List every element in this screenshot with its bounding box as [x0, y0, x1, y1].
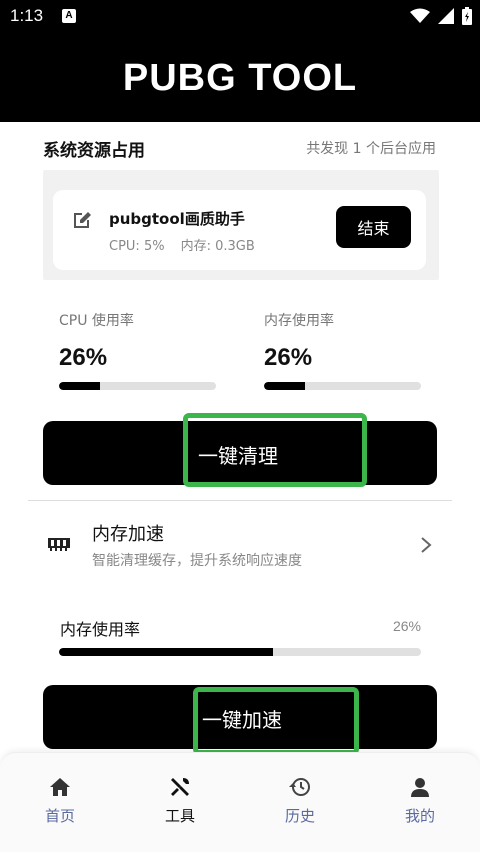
tools-icon [171, 778, 189, 796]
process-name: pubgtool画质助手 [109, 210, 245, 228]
section-divider [28, 500, 452, 501]
memory-usage-bar [264, 382, 421, 390]
process-memory: 内存: 0.3GB [180, 239, 255, 254]
bottom-nav: 首页 工具 历史 我的 [0, 752, 480, 852]
nav-tools-label: 工具 [164, 807, 195, 825]
nav-profile[interactable]: 我的 [380, 775, 460, 826]
battery-icon [462, 7, 472, 25]
background-app-count: 共发现 1 个后台应用 [306, 141, 436, 157]
notification-badge-icon: A [62, 9, 76, 23]
history-icon [289, 778, 310, 796]
nav-history[interactable]: 历史 [260, 775, 340, 826]
process-cpu: CPU: 5% [109, 239, 165, 254]
cpu-usage-bar-fill [59, 382, 100, 390]
cpu-usage-bar [59, 382, 216, 390]
memory-boost-description: 智能清理缓存，提升系统响应速度 [92, 553, 302, 569]
app-header: PUBG TOOL [0, 34, 480, 122]
memory-icon [48, 538, 70, 551]
nav-profile-label: 我的 [404, 807, 435, 825]
cpu-usage-value: 26% [59, 344, 108, 371]
memory-rate-label: 内存使用率 [60, 620, 141, 639]
chevron-right-icon[interactable] [420, 536, 432, 554]
memory-usage-value: 26% [264, 344, 313, 371]
home-icon [50, 778, 70, 796]
person-icon [411, 778, 429, 797]
process-stats: CPU: 5% 内存: 0.3GB [109, 235, 255, 254]
status-time: 1:13 [10, 6, 44, 25]
memory-rate-bar-fill [59, 648, 273, 656]
process-card: pubgtool画质助手 CPU: 5% 内存: 0.3GB 结束 [53, 190, 426, 270]
nav-home[interactable]: 首页 [20, 775, 100, 826]
process-list: pubgtool画质助手 CPU: 5% 内存: 0.3GB 结束 [43, 170, 439, 280]
memory-rate-bar [59, 648, 421, 656]
memory-rate-value: 26% [392, 618, 421, 634]
signal-icon [438, 8, 454, 24]
cpu-usage-label: CPU 使用率 [59, 313, 134, 329]
nav-history-label: 历史 [284, 807, 315, 825]
section-title: 系统资源占用 [43, 141, 145, 161]
wifi-icon [410, 8, 430, 23]
nav-home-label: 首页 [44, 807, 75, 825]
clean-button-highlight [183, 413, 367, 487]
status-icons [410, 7, 472, 25]
memory-usage-bar-fill [264, 382, 305, 390]
memory-usage-label: 内存使用率 [264, 313, 334, 329]
app-title: PUBG TOOL [122, 56, 358, 99]
nav-tools[interactable]: 工具 [140, 775, 220, 826]
boost-button-highlight [193, 687, 359, 755]
status-bar: 1:13 A [0, 0, 480, 34]
edit-icon [74, 212, 91, 228]
end-process-button[interactable]: 结束 [336, 206, 411, 248]
memory-boost-title[interactable]: 内存加速 [92, 520, 164, 546]
